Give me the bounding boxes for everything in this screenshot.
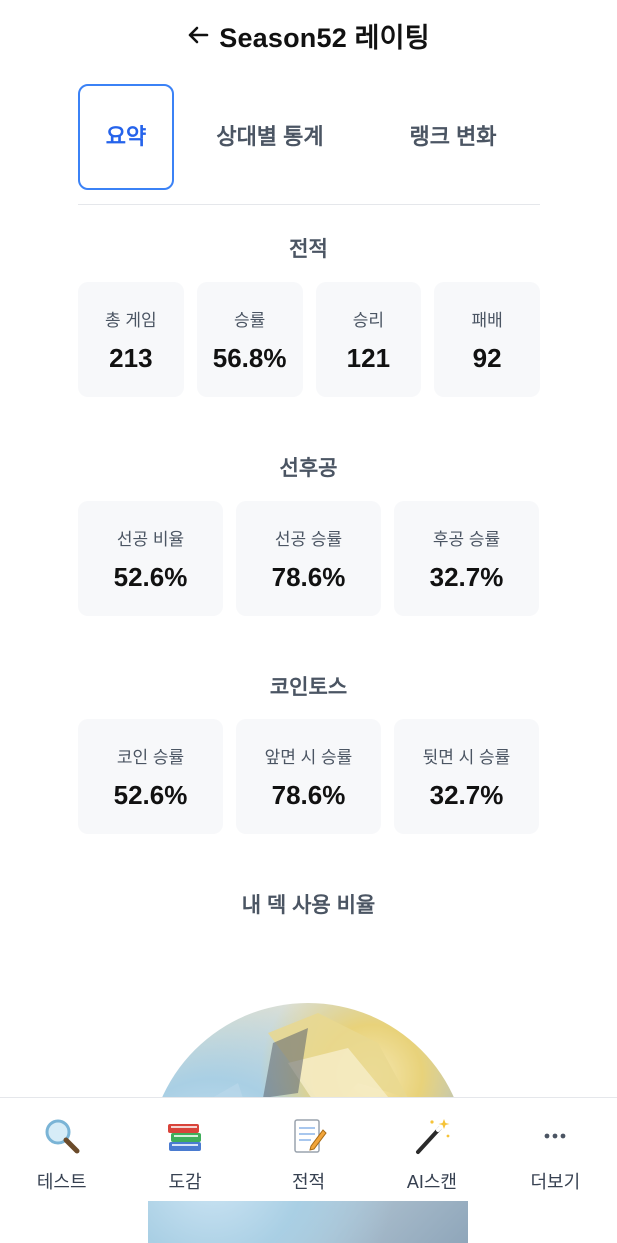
stat-card-coin-win-rate: 코인 승률 52.6% [78, 719, 223, 834]
nav-label: 도감 [168, 1172, 202, 1192]
card-label: 선공 승률 [274, 529, 343, 549]
nav-label: 더보기 [530, 1172, 581, 1192]
nav-label: AI스캔 [406, 1172, 457, 1192]
nav-label: 테스트 [36, 1172, 87, 1192]
more-dots-icon [535, 1116, 575, 1156]
nav-item-encyclopedia[interactable]: 도감 [123, 1098, 246, 1201]
card-value: 52.6% [113, 561, 188, 592]
tab-summary[interactable]: 요약 [78, 84, 174, 190]
card-label: 후공 승률 [432, 529, 501, 549]
nav-item-test[interactable]: 테스트 [0, 1098, 123, 1201]
memo-icon [289, 1116, 329, 1156]
stat-card-heads-win-rate: 앞면 시 승률 78.6% [236, 719, 381, 834]
card-label: 패배 [471, 310, 503, 330]
stat-card-win-rate: 승률 56.8% [196, 282, 303, 397]
stat-card-tails-win-rate: 뒷면 시 승률 32.7% [394, 719, 539, 834]
stat-card-wins: 승리 121 [315, 282, 422, 397]
tab-rank-change[interactable]: 랭크 변화 [366, 84, 540, 190]
card-label: 뒷면 시 승률 [422, 747, 511, 767]
section-title-record: 전적 [289, 238, 328, 261]
card-value: 32.7% [429, 561, 504, 592]
record-cards: 총 게임 213 승률 56.8% 승리 121 패배 92 [78, 282, 540, 397]
card-value: 92 [472, 342, 502, 373]
nav-item-ai-scan[interactable]: AI스캔 [370, 1098, 493, 1201]
nav-item-more[interactable]: 더보기 [494, 1098, 617, 1201]
arrow-left-icon[interactable] [187, 24, 209, 46]
card-label: 코인 승률 [116, 747, 185, 767]
app-header: Season52 레이팅 [0, 0, 617, 70]
header-inner: Season52 레이팅 [187, 16, 430, 55]
stat-card-second-win-rate: 후공 승률 32.7% [394, 501, 539, 616]
stat-card-first-ratio: 선공 비율 52.6% [78, 501, 223, 616]
card-value: 32.7% [429, 779, 504, 810]
card-label: 총 게임 [105, 310, 157, 330]
tab-bar: 요약 상대별 통계 랭크 변화 [78, 84, 540, 190]
page-title: Season52 레이팅 [219, 22, 430, 53]
card-value: 78.6% [271, 561, 346, 592]
magic-wand-icon [412, 1116, 452, 1156]
section-title-turn-order: 선후공 [279, 457, 338, 480]
coin-toss-cards: 코인 승률 52.6% 앞면 시 승률 78.6% 뒷면 시 승률 32.7% [78, 719, 540, 834]
card-value: 56.8% [212, 342, 287, 373]
card-value: 121 [346, 342, 391, 373]
card-label: 승리 [352, 310, 385, 330]
section-title-coin-toss: 코인토스 [269, 676, 348, 699]
magnifier-icon [42, 1116, 82, 1156]
card-value: 213 [109, 342, 153, 373]
stat-card-first-win-rate: 선공 승률 78.6% [236, 501, 381, 616]
nav-label: 전적 [291, 1172, 326, 1192]
books-icon [165, 1116, 205, 1156]
stat-card-losses: 패배 92 [434, 282, 540, 397]
card-value: 52.6% [113, 779, 188, 810]
stat-card-total-games: 총 게임 213 [78, 282, 184, 397]
tab-divider [78, 204, 540, 205]
turn-order-cards: 선공 비율 52.6% 선공 승률 78.6% 후공 승률 32.7% [78, 501, 540, 616]
card-label: 승률 [233, 310, 266, 330]
card-label: 선공 비율 [116, 529, 185, 549]
nav-item-record[interactable]: 전적 [247, 1098, 370, 1201]
bottom-navigation: 테스트 도감 전적 AI스캔 더보기 [0, 1097, 617, 1201]
card-value: 78.6% [271, 779, 346, 810]
section-title-deck-usage: 내 덱 사용 비율 [241, 894, 376, 917]
tab-opponent-stats[interactable]: 상대별 통계 [174, 84, 366, 190]
card-label: 앞면 시 승률 [264, 747, 353, 767]
